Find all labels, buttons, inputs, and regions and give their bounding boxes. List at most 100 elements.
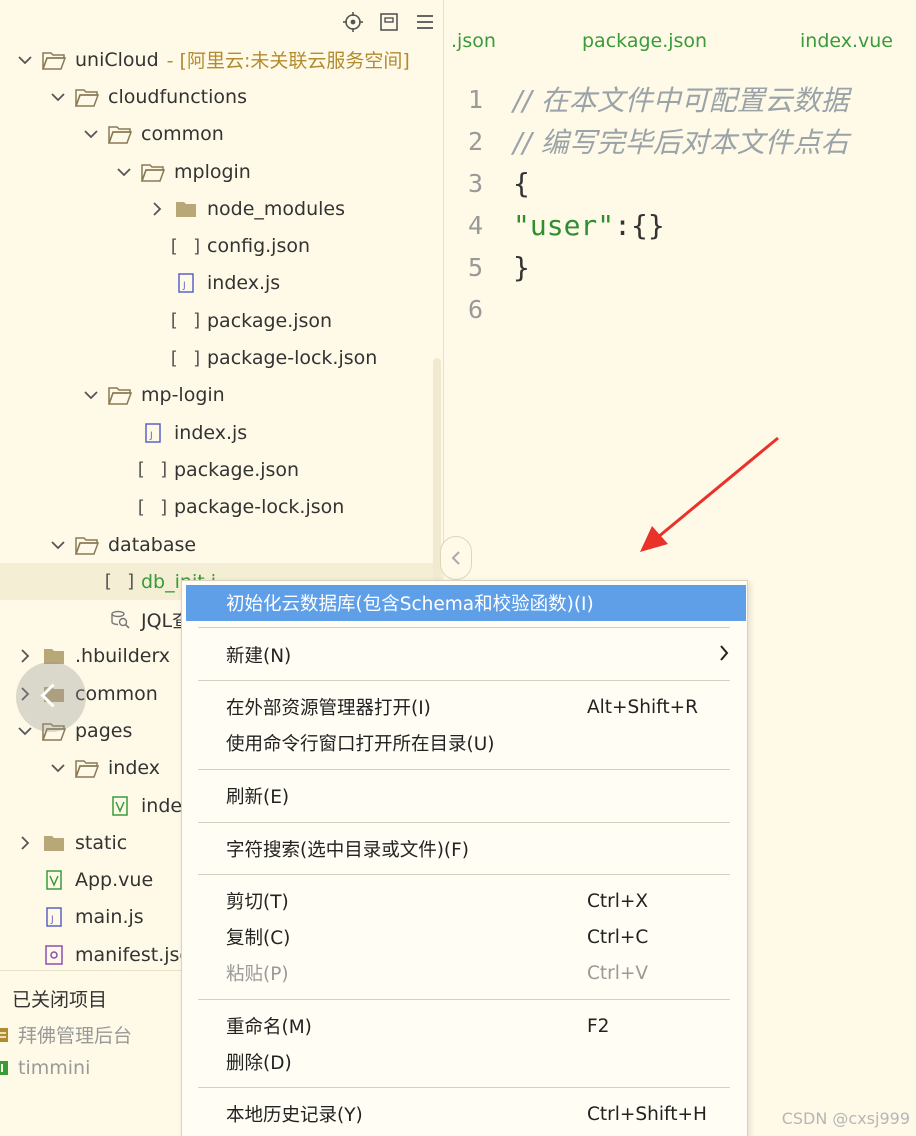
chevron-right-icon[interactable]: [14, 645, 36, 667]
context-menu: 初始化云数据库(包含Schema和校验函数)(I) 新建(N) 在外部资源管理器…: [181, 580, 748, 1136]
floating-back-button[interactable]: [16, 662, 86, 732]
menu-item-char-search[interactable]: 字符搜索(选中目录或文件)(F): [182, 831, 747, 867]
menu-icon[interactable]: [415, 12, 435, 32]
menu-item-delete[interactable]: 删除(D): [182, 1044, 747, 1080]
svg-text:J: J: [50, 915, 54, 925]
chevron-down-icon[interactable]: [47, 757, 69, 779]
menu-item-init-database[interactable]: 初始化云数据库(包含Schema和校验函数)(I): [186, 585, 746, 621]
tree-scrollbar[interactable]: [433, 358, 441, 608]
chevron-down-icon[interactable]: [80, 384, 102, 406]
tree-item-label: pages: [75, 719, 133, 742]
tree-item[interactable]: [ ] config.json: [0, 227, 444, 264]
menu-item-paste[interactable]: 粘贴(P) Ctrl+V: [182, 955, 747, 991]
json-file-icon: [ ]: [168, 347, 204, 369]
chevron-down-icon[interactable]: [113, 161, 135, 183]
menu-label: 初始化云数据库(包含Schema和校验函数)(I): [226, 594, 594, 615]
line-number: 2: [467, 126, 483, 156]
js-file-icon: J: [141, 422, 165, 444]
tab-index-vue[interactable]: index.vue: [800, 30, 893, 52]
tree-item-label: uniCloud: [75, 48, 159, 71]
code-string: "user": [513, 208, 615, 242]
tree-item[interactable]: [ ] package-lock.json: [0, 339, 444, 376]
closed-project-item[interactable]: 拜佛管理后台: [0, 1021, 132, 1048]
tree-item[interactable]: uniCloud - [阿里云:未关联云服务空间]: [0, 41, 444, 78]
tree-item[interactable]: cloudfunctions: [0, 78, 444, 115]
tree-item-label: package-lock.json: [174, 496, 345, 519]
tab-json[interactable]: .json: [451, 30, 496, 52]
database-query-icon: [108, 608, 132, 630]
tree-item-label: package.json: [207, 309, 333, 332]
code-line: 1 // 在本文件中可配置云数据: [445, 78, 916, 120]
locate-icon[interactable]: [343, 12, 363, 32]
tree-item[interactable]: Jindex.js: [0, 414, 444, 451]
tree-item-label: static: [75, 831, 128, 854]
tree-item[interactable]: [ ] package.json: [0, 302, 444, 339]
chevron-down-icon[interactable]: [14, 49, 36, 71]
menu-label: 重命名(M): [226, 1017, 312, 1038]
chevron-down-icon[interactable]: [80, 123, 102, 145]
menu-item-copy[interactable]: 复制(C) Ctrl+C: [182, 919, 747, 955]
tree-item[interactable]: mp-login: [0, 377, 444, 414]
tree-item-label: .hbuilderx: [75, 645, 171, 668]
folder-open-icon: [108, 384, 132, 406]
menu-label: 使用命令行窗口打开所在目录(U): [226, 734, 495, 755]
menu-item-open-in-explorer[interactable]: 在外部资源管理器打开(I) Alt+Shift+R: [182, 689, 747, 725]
folder-open-icon: [141, 161, 165, 183]
manifest-file-icon: [42, 944, 66, 966]
tree-item[interactable]: [ ] package.json: [0, 451, 444, 488]
chevron-right-icon[interactable]: [14, 832, 36, 854]
menu-shortcut: F2: [587, 1015, 610, 1037]
menu-item-new[interactable]: 新建(N): [182, 637, 747, 673]
menu-separator: [198, 1087, 730, 1088]
tree-item[interactable]: database: [0, 526, 444, 563]
closed-projects-title: 已关闭项目: [12, 989, 108, 1011]
tree-item-label: main.js: [75, 906, 144, 929]
project-icon: [0, 1026, 12, 1044]
menu-item-cut[interactable]: 剪切(T) Ctrl+X: [182, 883, 747, 919]
menu-item-refresh[interactable]: 刷新(E): [182, 778, 747, 814]
chevron-left-icon: [451, 551, 460, 565]
menu-label: 删除(D): [226, 1053, 292, 1074]
closed-project-item[interactable]: timmini: [0, 1057, 90, 1079]
tree-item[interactable]: Jindex.js: [0, 265, 444, 302]
menu-separator: [198, 680, 730, 681]
tree-item-label: index: [108, 757, 160, 780]
json-file-icon: [ ]: [168, 235, 204, 257]
tree-item[interactable]: mplogin: [0, 153, 444, 190]
menu-item-rename[interactable]: 重命名(M) F2: [182, 1008, 747, 1044]
js-file-icon: J: [42, 906, 66, 928]
menu-item-local-history[interactable]: 本地历史记录(Y) Ctrl+Shift+H: [182, 1096, 747, 1132]
explorer-toolbar: [343, 12, 435, 32]
tree-item[interactable]: common: [0, 116, 444, 153]
chevron-right-icon[interactable]: [146, 198, 168, 220]
menu-item-open-cmd[interactable]: 使用命令行窗口打开所在目录(U): [182, 725, 747, 761]
tree-item-label: index.js: [207, 272, 281, 295]
chevron-down-icon[interactable]: [47, 534, 69, 556]
code-text: }: [513, 250, 530, 284]
folder-open-icon: [75, 757, 99, 779]
tree-item-label: mp-login: [141, 384, 225, 407]
code-line: 5 }: [445, 246, 916, 288]
tree-item-label: database: [108, 533, 197, 556]
chevron-down-icon[interactable]: [47, 86, 69, 108]
menu-separator: [198, 769, 730, 770]
tree-item-label: node_modules: [207, 197, 346, 220]
vue-file-icon: [42, 869, 66, 891]
menu-separator: [198, 627, 730, 628]
code-area[interactable]: 1 // 在本文件中可配置云数据 2 // 编写完毕后对本文件点右 3 { 4 …: [445, 78, 916, 330]
code-line: 6: [445, 288, 916, 330]
sidebar-collapse-button[interactable]: [440, 536, 472, 580]
tree-item[interactable]: [ ] package-lock.json: [0, 489, 444, 526]
svg-text:J: J: [182, 281, 186, 291]
submenu-arrow-icon: [719, 643, 729, 667]
tree-item[interactable]: node_modules: [0, 190, 444, 227]
line-number: 6: [467, 294, 483, 324]
collapse-all-icon[interactable]: [379, 12, 399, 32]
tab-package-json[interactable]: package.json: [582, 30, 707, 52]
